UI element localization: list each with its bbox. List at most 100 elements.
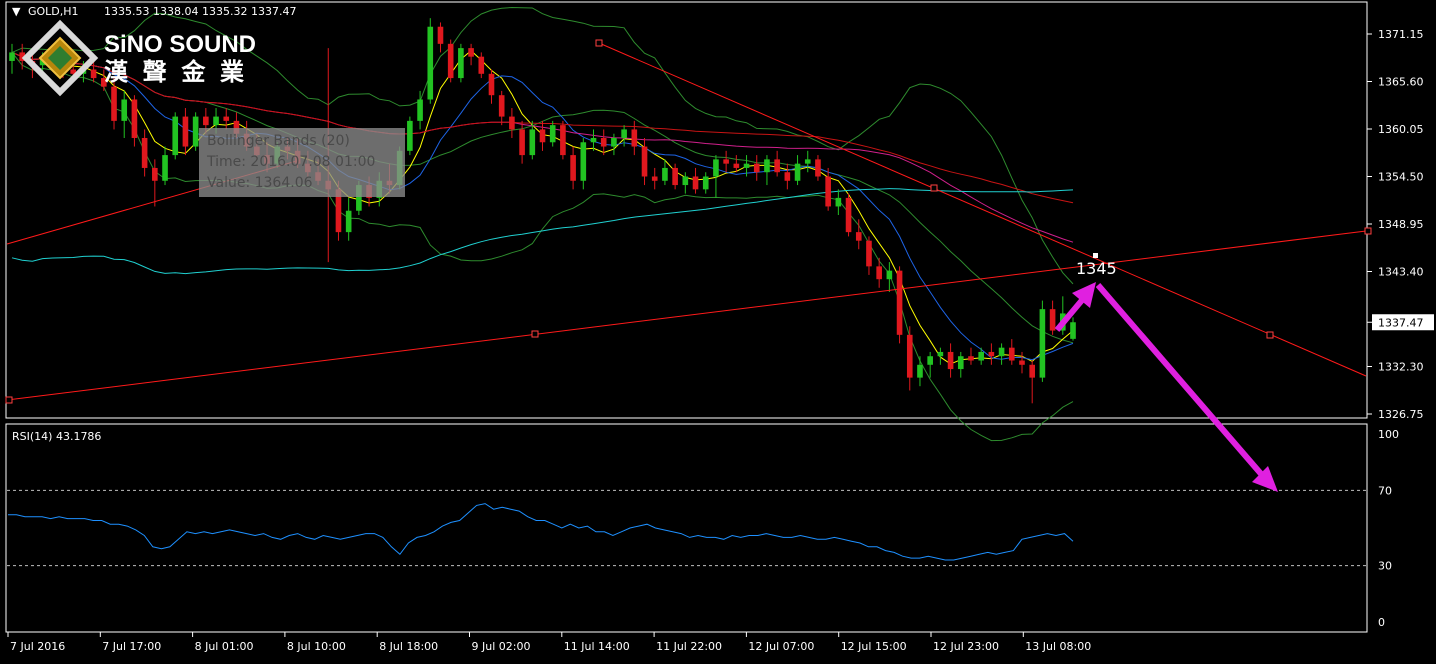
- header-arrow[interactable]: ▼: [12, 5, 21, 18]
- candle-body: [631, 129, 638, 147]
- target-marker[interactable]: [1093, 253, 1098, 258]
- candle-body: [90, 69, 97, 79]
- candle-body: [192, 116, 199, 147]
- candle-body: [345, 210, 352, 233]
- logo-name: SiNO SOUND: [104, 31, 256, 58]
- rsi-tick-label: 100: [1378, 428, 1399, 441]
- candle-body: [427, 26, 434, 100]
- candle-body: [182, 116, 189, 147]
- rsi-tick-label: 70: [1378, 484, 1392, 497]
- price-tick-label: 1360.05: [1378, 123, 1424, 136]
- candle-body: [682, 176, 689, 186]
- candle-body: [723, 159, 729, 164]
- candle-body: [560, 125, 566, 156]
- candle-body: [478, 56, 485, 74]
- candle-body: [753, 163, 760, 173]
- candle-body: [702, 176, 709, 190]
- logo-chinese: 漢 聲 金 業: [104, 58, 248, 86]
- candle-body: [927, 356, 933, 365]
- candle-body: [488, 73, 495, 96]
- candle-body: [1008, 347, 1015, 361]
- candle-body: [447, 43, 454, 79]
- candle-body: [957, 356, 964, 370]
- candle-body: [988, 351, 995, 357]
- candle-body: [651, 176, 658, 181]
- candle-body: [172, 116, 179, 156]
- time-tick-label: 11 Jul 22:00: [656, 640, 722, 653]
- time-tick-label: 12 Jul 07:00: [748, 640, 814, 653]
- price-tick-label: 1326.75: [1378, 408, 1424, 421]
- candle-body: [662, 167, 668, 181]
- candle-body: [9, 52, 15, 61]
- candle-body: [794, 163, 801, 181]
- time-tick-label: 9 Jul 02:00: [472, 640, 531, 653]
- rsi-tick-label: 0: [1378, 616, 1385, 629]
- candle-body: [621, 129, 627, 138]
- trendline-anchor[interactable]: [595, 39, 603, 47]
- tooltip-indicator: Bollinger Bands (20): [207, 133, 350, 149]
- price-tick-label: 1348.95: [1378, 218, 1424, 231]
- candle-body: [111, 86, 117, 121]
- candle-body: [968, 356, 974, 361]
- candle-body: [152, 167, 158, 181]
- candle-body: [815, 159, 821, 177]
- candle-body: [131, 99, 138, 138]
- rsi-label: RSI(14) 43.1786: [12, 430, 101, 443]
- candle-body: [509, 116, 515, 130]
- candle-body: [600, 137, 607, 147]
- candle-body: [407, 120, 413, 151]
- chart-canvas[interactable]: 100 70 30 0 1371.15 1365.60 1360.05 1354.50 134…: [0, 0, 1436, 664]
- candle-body: [917, 364, 923, 378]
- price-tick-label: 1354.50: [1378, 171, 1424, 184]
- candle-body: [835, 197, 842, 207]
- candle-body: [733, 163, 740, 168]
- price-tick-label: 1343.40: [1378, 266, 1424, 279]
- candle-body: [672, 167, 678, 186]
- candle-body: [1039, 309, 1046, 378]
- trendline-anchor[interactable]: [930, 184, 938, 192]
- candle-body: [804, 159, 811, 164]
- price-axis: 1371.15 1365.60 1360.05 1354.50 1348.95 1343.…: [1367, 28, 1434, 421]
- symbol-label: GOLD,H1: [28, 5, 79, 18]
- trendline-anchor[interactable]: [1364, 227, 1372, 235]
- candle-body: [468, 48, 474, 57]
- candle-body: [590, 137, 597, 143]
- candle-body: [611, 137, 617, 147]
- price-tick-label: 1332.30: [1378, 361, 1424, 374]
- trendline-anchor[interactable]: [1266, 331, 1274, 339]
- time-tick-label: 7 Jul 17:00: [102, 640, 161, 653]
- candle-body: [764, 159, 770, 173]
- trendline-anchor[interactable]: [5, 396, 13, 404]
- candle-body: [937, 351, 944, 357]
- rsi-tick-label: 30: [1378, 560, 1392, 573]
- candle-body: [539, 129, 546, 143]
- candle-body: [458, 48, 464, 79]
- candle-body: [978, 351, 984, 361]
- candle-body: [529, 129, 536, 156]
- candle-body: [570, 155, 576, 181]
- candle-body: [743, 163, 750, 168]
- time-tick-label: 12 Jul 15:00: [841, 640, 907, 653]
- ohlc-values: 1335.53 1338.04 1335.32 1337.47: [104, 5, 296, 18]
- candle-body: [947, 351, 954, 370]
- candle-body: [784, 172, 791, 181]
- candle-body: [141, 137, 148, 168]
- candle-body: [437, 26, 444, 44]
- candle-body: [998, 347, 1005, 357]
- candle-body: [417, 99, 423, 121]
- candle-body: [855, 232, 862, 241]
- candle-body: [213, 116, 219, 126]
- candle-body: [692, 176, 699, 190]
- candle-body: [1029, 364, 1035, 378]
- candle-body: [641, 146, 648, 177]
- candle-body: [713, 159, 719, 177]
- candle-body: [519, 129, 525, 156]
- tooltip-value: Value: 1364.06: [207, 175, 313, 191]
- rsi-pane: [5, 423, 1368, 633]
- bollinger-tooltip: Bollinger Bands (20) Time: 2016.07.08 01…: [199, 128, 405, 197]
- trendline-anchor[interactable]: [531, 330, 539, 338]
- candle-body: [549, 125, 556, 143]
- candle-body: [866, 240, 872, 267]
- candle-body: [162, 155, 168, 181]
- candle-body: [1019, 360, 1025, 365]
